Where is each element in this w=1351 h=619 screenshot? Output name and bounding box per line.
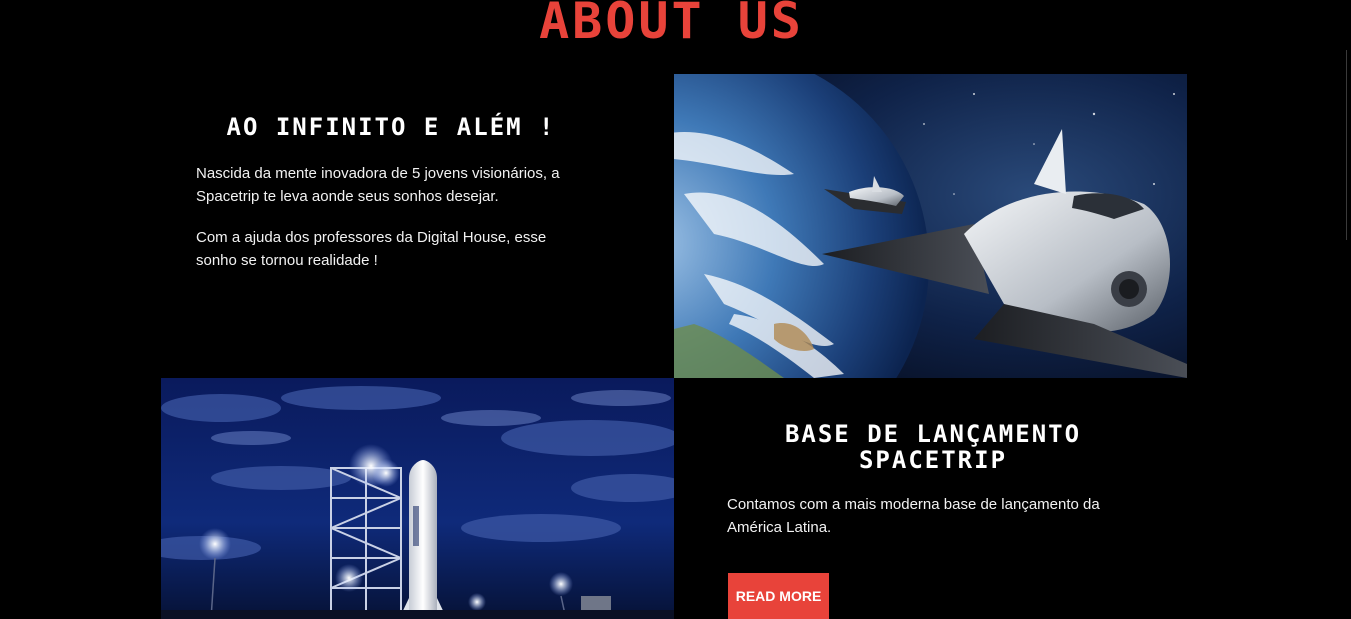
section-base-paragraph-1: Contamos com a mais moderna base de lanç… xyxy=(727,496,1100,536)
section-base-title: BASE DE LANÇAMENTO SPACETRIP xyxy=(784,420,1082,474)
section-infinity-title: AO INFINITO E ALÉM ! xyxy=(226,113,556,141)
read-more-button[interactable]: READ MORE xyxy=(728,573,829,619)
scrollbar-thumb[interactable] xyxy=(1346,50,1347,240)
section-infinity-paragraph-1: Nascida da mente inovadora de 5 jovens v… xyxy=(196,165,560,205)
rocket-launch-pad-image xyxy=(161,378,674,619)
page-heading: ABOUT US xyxy=(539,0,804,50)
page-scrollbar[interactable] xyxy=(1343,0,1351,619)
space-shuttle-earth-image xyxy=(674,74,1187,378)
section-infinity: AO INFINITO E ALÉM ! Nascida da mente in… xyxy=(196,114,586,272)
section-infinity-paragraph-2: Com a ajuda dos professores da Digital H… xyxy=(196,229,547,269)
section-base: BASE DE LANÇAMENTO SPACETRIP Contamos co… xyxy=(727,421,1139,539)
about-us-page: ABOUT US AO INFINITO E ALÉM ! Nascida da… xyxy=(0,0,1351,619)
